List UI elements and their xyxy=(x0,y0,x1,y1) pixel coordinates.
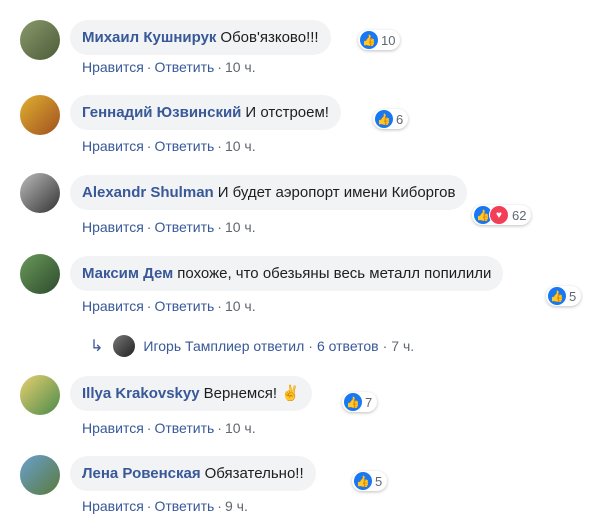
comment-time[interactable]: 10 ч. xyxy=(225,420,256,436)
like-link[interactable]: Нравится xyxy=(82,498,144,514)
like-icon: 👍 xyxy=(360,31,378,49)
reply-link[interactable]: Ответить xyxy=(154,420,214,436)
comment-text: Вернемся! ✌ xyxy=(203,385,300,402)
reaction-number: 62 xyxy=(512,207,527,223)
view-replies-link[interactable]: ↳ Игорь Тамплиер ответил · 6 ответов · 7 ч. xyxy=(90,335,414,357)
reply-verb: ответил xyxy=(253,338,305,354)
comment-time[interactable]: 10 ч. xyxy=(225,219,256,235)
comment-actions: Нравится · Ответить · 10 ч. xyxy=(82,420,256,436)
comment-bubble: Геннадий Юзвинский И отстроем! xyxy=(70,95,341,130)
comment-time[interactable]: 9 ч. xyxy=(225,498,248,514)
reply-arrow-icon: ↳ xyxy=(90,338,104,355)
reaction-count[interactable]: 👍 6 xyxy=(373,109,409,129)
comment-actions: Нравится · Ответить · 10 ч. xyxy=(82,298,256,314)
reaction-number: 5 xyxy=(569,288,577,304)
comment-time[interactable]: 10 ч. xyxy=(225,59,256,75)
reaction-number: 5 xyxy=(375,473,383,489)
reply-time: 7 ч. xyxy=(391,338,415,354)
comment-author[interactable]: Максим Дем xyxy=(82,265,173,282)
avatar[interactable] xyxy=(20,20,60,60)
comment-bubble: Лена Ровенская Обязательно!! xyxy=(70,456,316,491)
love-icon: ♥ xyxy=(489,205,509,225)
comment-text: похоже, что обезьяны весь металл попилил… xyxy=(177,265,492,282)
reply-link[interactable]: Ответить xyxy=(154,138,214,154)
comment-bubble: Alexandr Shulman И будет аэропорт имени К… xyxy=(70,175,468,210)
comment-bubble: Михаил Кушнирук Обов'язково!!! xyxy=(70,20,331,55)
comment-text: И будет аэропорт имени Киборгов xyxy=(217,184,456,201)
reply-author[interactable]: Игорь Тамплиер xyxy=(143,338,249,354)
comment-actions: Нравится · Ответить · 10 ч. xyxy=(82,59,256,75)
avatar[interactable] xyxy=(20,173,60,213)
avatar[interactable] xyxy=(20,375,60,415)
comment-author[interactable]: Михаил Кушнирук xyxy=(82,29,216,46)
like-link[interactable]: Нравится xyxy=(82,219,144,235)
reaction-count[interactable]: 👍 5 xyxy=(546,286,582,306)
reaction-count[interactable]: 👍 ♥ 62 xyxy=(472,205,532,225)
comment-text: Обязательно!! xyxy=(204,465,304,482)
comment-actions: Нравится · Ответить · 10 ч. xyxy=(82,138,256,154)
avatar[interactable] xyxy=(20,455,60,495)
like-icon: 👍 xyxy=(344,393,362,411)
reply-link[interactable]: Ответить xyxy=(154,298,214,314)
reply-count[interactable]: 6 ответов xyxy=(317,338,379,354)
like-icon: 👍 xyxy=(375,110,393,128)
avatar xyxy=(113,335,136,357)
reaction-number: 7 xyxy=(365,394,373,410)
comment-text: Обов'язково!!! xyxy=(220,29,319,46)
comment-actions: Нравится · Ответить · 9 ч. xyxy=(82,498,248,514)
comment-author[interactable]: Illya Krakovskyy xyxy=(82,385,200,402)
like-icon: 👍 xyxy=(548,287,566,305)
like-icon: 👍 xyxy=(354,472,372,490)
comment-text: И отстроем! xyxy=(245,104,329,121)
comment-time[interactable]: 10 ч. xyxy=(225,298,256,314)
comment-bubble: Illya Krakovskyy Вернемся! ✌ xyxy=(70,376,312,411)
reaction-count[interactable]: 👍 7 xyxy=(342,392,378,412)
like-link[interactable]: Нравится xyxy=(82,298,144,314)
like-link[interactable]: Нравится xyxy=(82,420,144,436)
reaction-number: 10 xyxy=(381,32,396,48)
reply-link[interactable]: Ответить xyxy=(154,498,214,514)
comment-author[interactable]: Геннадий Юзвинский xyxy=(82,104,241,121)
comment-time[interactable]: 10 ч. xyxy=(225,138,256,154)
avatar[interactable] xyxy=(20,254,60,294)
avatar[interactable] xyxy=(20,95,60,135)
reaction-count[interactable]: 👍 5 xyxy=(352,471,388,491)
like-link[interactable]: Нравится xyxy=(82,59,144,75)
comment-author[interactable]: Лена Ровенская xyxy=(82,465,201,482)
reply-link[interactable]: Ответить xyxy=(154,59,214,75)
like-link[interactable]: Нравится xyxy=(82,138,144,154)
reply-link[interactable]: Ответить xyxy=(154,219,214,235)
comment-bubble: Максим Дем похоже, что обезьяны весь мета… xyxy=(70,256,504,291)
comment-author[interactable]: Alexandr Shulman xyxy=(82,184,214,201)
reaction-number: 6 xyxy=(396,111,404,127)
reaction-count[interactable]: 👍 10 xyxy=(358,30,401,50)
comment-actions: Нравится · Ответить · 10 ч. xyxy=(82,219,256,235)
